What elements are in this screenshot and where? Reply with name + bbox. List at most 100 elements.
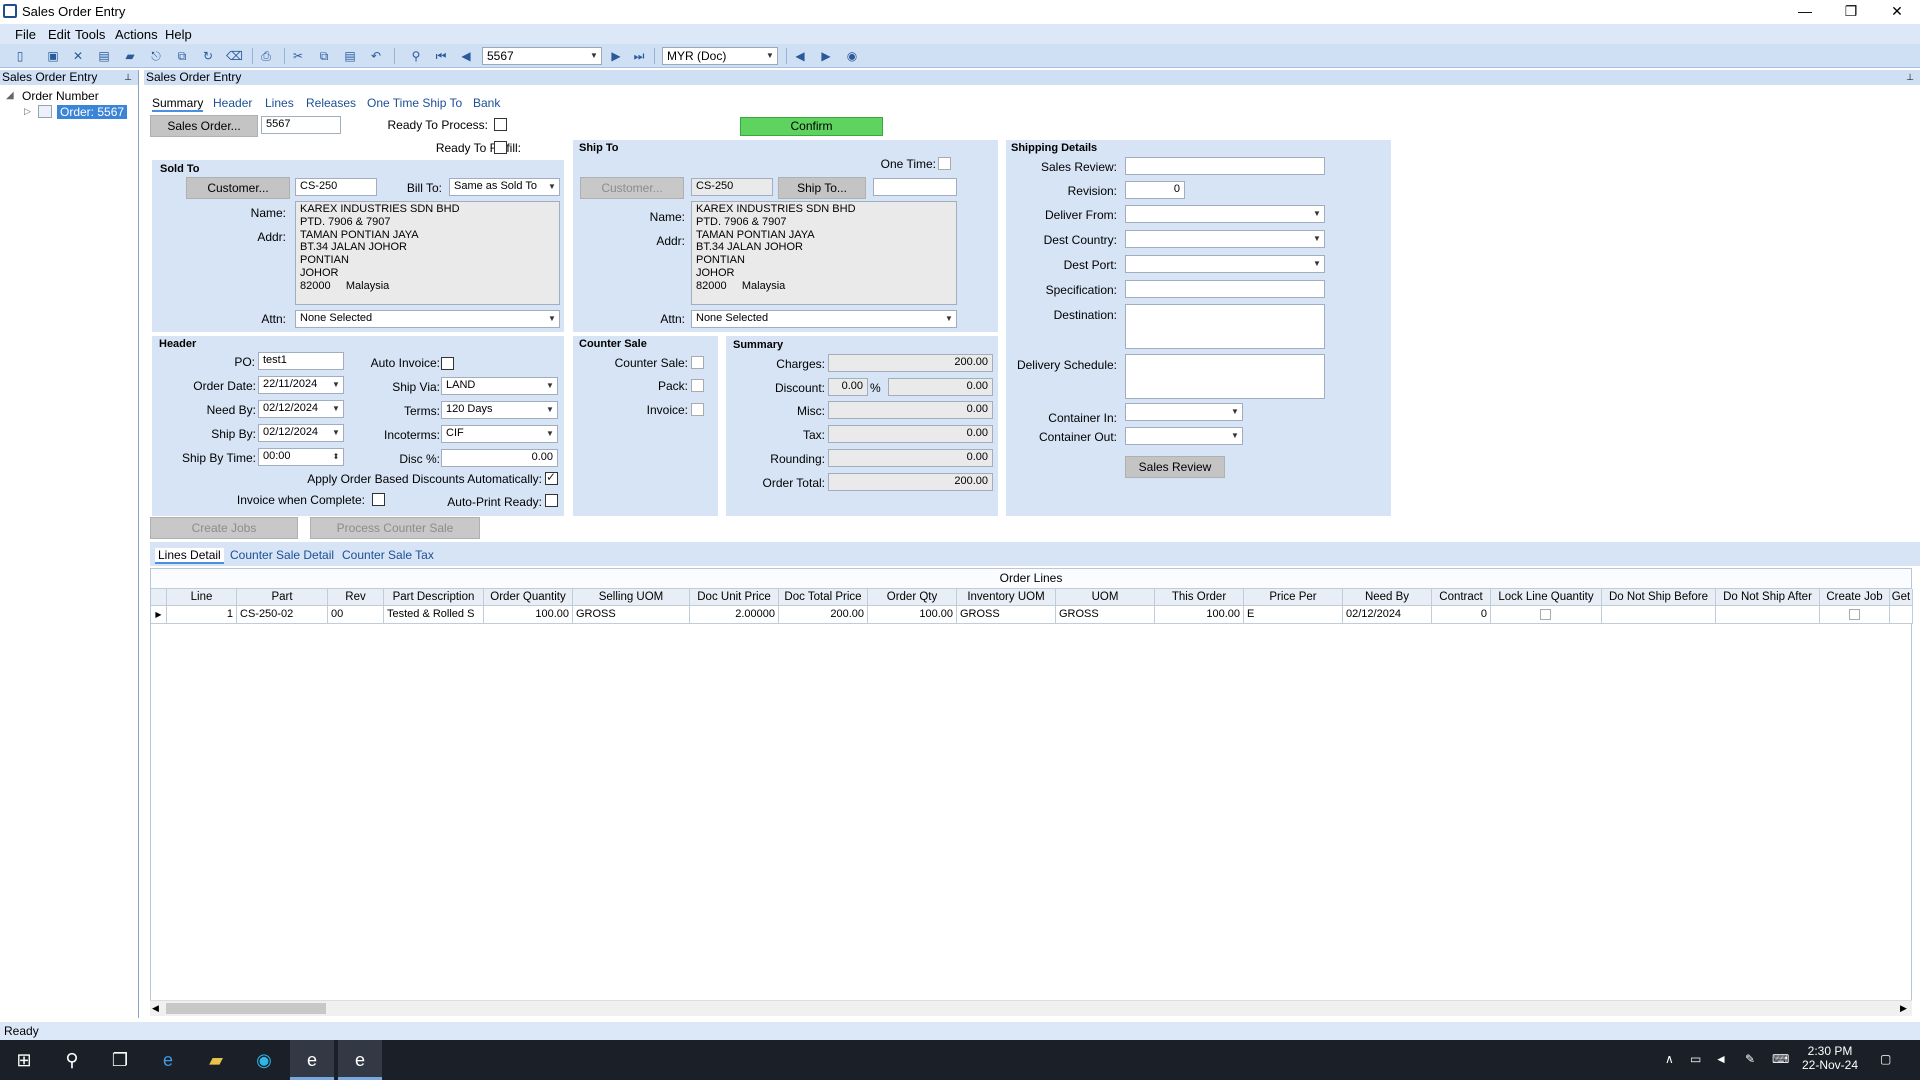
- forward-icon[interactable]: ▶: [818, 48, 834, 64]
- network-icon[interactable]: ▭: [1690, 1052, 1701, 1066]
- row-selector-icon[interactable]: ▶: [151, 606, 167, 624]
- save-icon[interactable]: ▣: [45, 48, 61, 64]
- chevron-down-icon[interactable]: ▼: [763, 48, 777, 64]
- menu-file[interactable]: File: [15, 27, 36, 42]
- next-record-icon[interactable]: ▶: [608, 48, 624, 64]
- tab-counter-sale-detail[interactable]: Counter Sale Detail: [230, 548, 334, 562]
- cell-inventory-uom[interactable]: GROSS: [957, 606, 1056, 624]
- col-rev[interactable]: Rev: [328, 589, 384, 606]
- cell-doc-total-price[interactable]: 200.00: [779, 606, 868, 624]
- cell-order-qty[interactable]: 100.00: [868, 606, 957, 624]
- charges-field[interactable]: 200.00: [828, 354, 993, 372]
- tab-bank[interactable]: Bank: [473, 96, 500, 110]
- menu-help[interactable]: Help: [165, 27, 192, 42]
- ship-to-customer-field[interactable]: CS-250: [691, 178, 773, 196]
- horizontal-scrollbar[interactable]: ◀ ▶: [150, 1000, 1912, 1016]
- attach-icon[interactable]: ⎋: [148, 48, 164, 64]
- chevron-down-icon[interactable]: ▼: [587, 48, 601, 64]
- order-number-field[interactable]: 5567: [261, 116, 341, 134]
- col-contract[interactable]: Contract: [1432, 589, 1491, 606]
- tab-counter-sale-tax[interactable]: Counter Sale Tax: [342, 548, 434, 562]
- scroll-left-icon[interactable]: ◀: [152, 1003, 159, 1014]
- create-jobs-button[interactable]: Create Jobs: [150, 517, 298, 539]
- scroll-thumb[interactable]: [166, 1003, 326, 1014]
- sold-to-customer-field[interactable]: CS-250: [295, 178, 377, 196]
- tree-item-order[interactable]: Order: 5567: [57, 105, 128, 119]
- last-record-icon[interactable]: ⏭: [631, 48, 647, 64]
- po-field[interactable]: test1: [258, 352, 344, 370]
- dest-country-dropdown[interactable]: ▼: [1125, 230, 1325, 248]
- col-part[interactable]: Part: [237, 589, 328, 606]
- tab-summary[interactable]: Summary: [152, 96, 204, 112]
- col-doc-total-price[interactable]: Doc Total Price: [779, 589, 868, 606]
- confirm-status[interactable]: Confirm: [740, 117, 883, 136]
- menu-tools[interactable]: Tools: [75, 27, 105, 42]
- rounding-field[interactable]: 0.00: [828, 449, 993, 467]
- chevron-down-icon[interactable]: ▼: [329, 377, 343, 393]
- cell-rev[interactable]: 00: [328, 606, 384, 624]
- spinner-icon[interactable]: ⬍: [329, 449, 343, 465]
- ship-via-dropdown[interactable]: LAND ▼: [441, 377, 558, 395]
- restore-icon[interactable]: ❐: [1828, 0, 1874, 22]
- col-doc-unit-price[interactable]: Doc Unit Price: [690, 589, 779, 606]
- tab-releases[interactable]: Releases: [306, 96, 356, 110]
- cell-line[interactable]: 1: [167, 606, 237, 624]
- ship-to-button[interactable]: Ship To...: [778, 177, 866, 199]
- terms-dropdown[interactable]: 120 Days ▼: [441, 401, 558, 419]
- cell-part[interactable]: CS-250-02: [237, 606, 328, 624]
- tax-field[interactable]: 0.00: [828, 425, 993, 443]
- col-price-per[interactable]: Price Per: [1244, 589, 1343, 606]
- col-line[interactable]: Line: [167, 589, 237, 606]
- expand-icon[interactable]: ▷: [24, 106, 31, 117]
- chevron-down-icon[interactable]: ▼: [1310, 256, 1324, 272]
- col-order-quantity[interactable]: Order Quantity: [484, 589, 573, 606]
- chevron-down-icon[interactable]: ▼: [329, 401, 343, 417]
- task-view-icon[interactable]: ❐: [98, 1040, 142, 1080]
- pack-checkbox[interactable]: [691, 379, 704, 392]
- order-number-combo[interactable]: 5567 ▼: [482, 47, 602, 65]
- chevron-down-icon[interactable]: ▼: [329, 425, 343, 441]
- chevron-down-icon[interactable]: ▼: [543, 426, 557, 442]
- apply-discounts-checkbox[interactable]: [545, 470, 558, 485]
- tree-root[interactable]: Order Number: [22, 89, 99, 103]
- chevron-down-icon[interactable]: ▼: [545, 179, 559, 195]
- col-get[interactable]: Get: [1890, 589, 1913, 606]
- notification-icon[interactable]: ▢: [1880, 1052, 1891, 1066]
- sold-to-address[interactable]: KAREX INDUSTRIES SDN BHD PTD. 7906 & 790…: [295, 201, 560, 305]
- col-part-description[interactable]: Part Description: [384, 589, 484, 606]
- delete-icon[interactable]: ✕: [70, 48, 86, 64]
- paste-icon[interactable]: ▤: [342, 48, 358, 64]
- ship-by-field[interactable]: 02/12/2024 ▼: [258, 424, 344, 442]
- order-date-field[interactable]: 22/11/2024 ▼: [258, 376, 344, 394]
- cell-contract[interactable]: 0: [1432, 606, 1491, 624]
- keyboard-icon[interactable]: ⌨: [1772, 1052, 1789, 1066]
- search-icon[interactable]: ⚲: [50, 1040, 94, 1080]
- sales-review-button[interactable]: Sales Review: [1125, 456, 1225, 478]
- pin-icon[interactable]: ⊥: [1906, 70, 1914, 84]
- container-out-dropdown[interactable]: ▼: [1125, 427, 1243, 445]
- menu-edit[interactable]: Edit: [48, 27, 70, 42]
- tab-lines[interactable]: Lines: [265, 96, 294, 110]
- cell-do-not-ship-before[interactable]: [1602, 606, 1716, 624]
- misc-field[interactable]: 0.00: [828, 401, 993, 419]
- copy-icon[interactable]: ⧉: [316, 48, 332, 64]
- sold-to-attn-dropdown[interactable]: None Selected ▼: [295, 310, 560, 328]
- chevron-down-icon[interactable]: ▼: [1228, 428, 1242, 444]
- ship-to-customer-button[interactable]: Customer...: [580, 177, 684, 199]
- cell-need-by[interactable]: 02/12/2024: [1343, 606, 1432, 624]
- auto-print-checkbox[interactable]: [545, 494, 558, 507]
- ie-icon[interactable]: e: [146, 1040, 190, 1080]
- col-do-not-ship-before[interactable]: Do Not Ship Before: [1602, 589, 1716, 606]
- sales-review-field[interactable]: [1125, 157, 1325, 175]
- cut-icon[interactable]: ✂: [290, 48, 306, 64]
- discount-amount-field[interactable]: 0.00: [888, 378, 993, 396]
- cell-doc-unit-price[interactable]: 2.00000: [690, 606, 779, 624]
- folder-icon[interactable]: ▰: [122, 48, 138, 64]
- refresh-icon[interactable]: ↻: [200, 48, 216, 64]
- cell-get[interactable]: [1890, 606, 1913, 624]
- col-order-qty[interactable]: Order Qty: [868, 589, 957, 606]
- deliver-from-dropdown[interactable]: ▼: [1125, 205, 1325, 223]
- back-icon[interactable]: ◀: [792, 48, 808, 64]
- dest-port-dropdown[interactable]: ▼: [1125, 255, 1325, 273]
- tab-lines-detail[interactable]: Lines Detail: [155, 548, 224, 564]
